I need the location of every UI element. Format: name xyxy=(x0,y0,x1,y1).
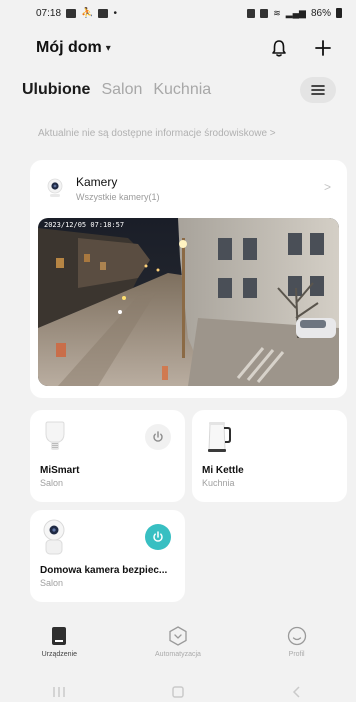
bottom-navigation: Urządzenie Automatyzacja Profil xyxy=(0,626,356,672)
bell-icon xyxy=(272,40,286,57)
power-icon xyxy=(153,431,163,442)
system-navigation-bar xyxy=(0,682,356,702)
back-icon[interactable] xyxy=(290,686,304,698)
status-dot: • xyxy=(113,7,117,19)
camera-live-feed[interactable]: 2023/12/05 07:18:57 xyxy=(38,218,339,386)
nav-automation[interactable]: Automatyzacja xyxy=(123,626,233,658)
home-selector[interactable]: Mój dom ▾ xyxy=(36,39,111,57)
status-bar: 07:18 ⛹ • ≋ ▂▄▆ 86% xyxy=(0,0,356,26)
device-card-mi-kettle[interactable]: Mi Kettle Kuchnia xyxy=(192,410,347,502)
cameras-header[interactable]: Kamery Wszystkie kamery(1) > xyxy=(30,160,347,216)
camera-timestamp: 2023/12/05 07:18:57 xyxy=(44,221,125,229)
tab-salon[interactable]: Salon xyxy=(101,81,142,99)
mismart-power-button[interactable] xyxy=(145,424,171,450)
camera-device-icon xyxy=(47,178,63,197)
signal-icon: ▂▄▆ xyxy=(285,7,306,18)
room-menu-button[interactable] xyxy=(300,77,336,103)
device-name: MiSmart xyxy=(40,465,80,476)
wifi-icon: ≋ xyxy=(273,7,281,18)
calendar-icon xyxy=(66,8,77,18)
power-icon xyxy=(153,531,163,542)
hamburger-menu-icon xyxy=(311,85,325,95)
cameras-subtitle: Wszystkie kamery(1) xyxy=(76,191,160,202)
home-icon[interactable] xyxy=(171,686,185,698)
environment-info-link[interactable]: Aktualnie nie są dostępne informacje śro… xyxy=(38,128,276,139)
nav-label: Urządzenie xyxy=(41,651,78,658)
automation-icon xyxy=(169,626,187,646)
battery-percentage: 86% xyxy=(310,7,331,19)
add-button[interactable] xyxy=(312,37,334,59)
profile-icon xyxy=(287,626,306,646)
cameras-title: Kamery xyxy=(76,174,118,189)
device-icon xyxy=(52,627,67,645)
home-name: Mój dom xyxy=(36,39,102,56)
dropdown-caret-icon: ▾ xyxy=(105,42,111,54)
plus-icon xyxy=(315,40,331,56)
device-card-mismart[interactable]: MiSmart Salon xyxy=(30,410,185,502)
home-header: Mój dom ▾ xyxy=(0,32,356,64)
chevron-right-icon: > xyxy=(323,180,331,194)
device-name: Mi Kettle xyxy=(202,465,244,476)
recent-apps-icon[interactable] xyxy=(52,686,66,698)
room-tabs: Ulubione Salon Kuchnia xyxy=(0,74,356,106)
notification-app-icon xyxy=(98,8,109,18)
kettle-icon xyxy=(208,422,231,452)
notifications-button[interactable] xyxy=(268,37,290,59)
cameras-card: Kamery Wszystkie kamery(1) > 2023/12/05 … xyxy=(30,160,347,398)
device-room: Salon xyxy=(40,578,64,588)
mute-icon xyxy=(260,8,269,18)
nav-label: Automatyzacja xyxy=(155,651,201,658)
nav-profile[interactable]: Profil xyxy=(242,626,352,658)
camera-feed-image xyxy=(38,218,339,386)
nav-device[interactable]: Urządzenie xyxy=(4,626,114,658)
tab-ulubione[interactable]: Ulubione xyxy=(22,81,90,99)
battery-icon xyxy=(336,8,342,18)
home-camera-power-button[interactable] xyxy=(145,524,171,550)
device-card-home-camera[interactable]: Domowa kamera bezpiec... Salon xyxy=(30,510,185,602)
status-time: 07:18 xyxy=(36,7,62,19)
device-room: Salon xyxy=(40,478,64,488)
smart-bulb-icon xyxy=(45,421,65,450)
person-icon: ⛹ xyxy=(81,7,94,19)
device-name: Domowa kamera bezpiec... xyxy=(40,565,168,576)
nav-label: Profil xyxy=(288,651,305,658)
security-camera-icon xyxy=(43,519,65,555)
device-room: Kuchnia xyxy=(202,478,235,488)
alarm-icon xyxy=(247,8,256,18)
tab-kuchnia[interactable]: Kuchnia xyxy=(153,81,211,99)
